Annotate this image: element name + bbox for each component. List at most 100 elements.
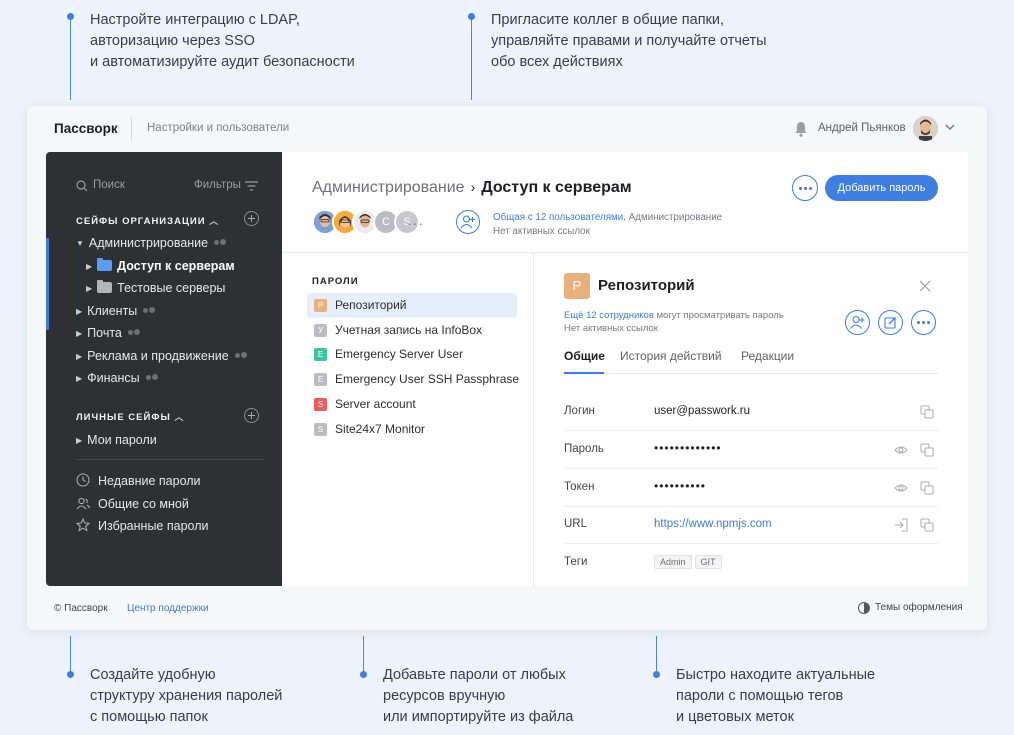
close-icon[interactable] bbox=[919, 280, 931, 292]
search-input[interactable]: Поиск bbox=[93, 179, 125, 191]
breadcrumb-parent[interactable]: Администрирование bbox=[312, 179, 465, 196]
chevron-up-icon[interactable]: ︿ bbox=[174, 412, 184, 422]
eye-icon[interactable] bbox=[894, 443, 908, 457]
add-personal-vault-icon[interactable] bbox=[244, 408, 259, 423]
caret-right-icon[interactable]: ▶ bbox=[76, 374, 82, 383]
color-badge: S bbox=[314, 398, 327, 411]
active-tab-indicator bbox=[564, 372, 604, 374]
user-name[interactable]: Андрей Пьянков bbox=[818, 122, 906, 134]
sidebar-item-administration[interactable]: ▼ Администрирование bbox=[76, 236, 227, 250]
caret-right-icon[interactable]: ▶ bbox=[86, 284, 92, 293]
callout-line bbox=[363, 636, 364, 672]
caret-right-icon[interactable]: ▶ bbox=[76, 329, 82, 338]
copy-icon[interactable] bbox=[920, 405, 934, 419]
sidebar-item-server-access[interactable]: ▶ Доступ к серверам bbox=[86, 258, 235, 273]
more-icon bbox=[799, 187, 812, 190]
bell-icon[interactable] bbox=[793, 120, 809, 138]
support-link[interactable]: Центр поддержки bbox=[127, 603, 209, 614]
main-panel: Поиск Фильтры СЕЙФЫ ОРГАНИЗАЦИИ ︿ ▼ Админ… bbox=[46, 152, 968, 586]
detail-tabs: Общие История действий Редакции bbox=[564, 349, 938, 374]
org-vaults-heading[interactable]: СЕЙФЫ ОРГАНИЗАЦИИ ︿ bbox=[76, 214, 219, 227]
tag[interactable]: Admin bbox=[654, 555, 692, 569]
sidebar-item-finance[interactable]: ▶ Финансы bbox=[76, 371, 158, 385]
passwords-heading: ПАРОЛИ bbox=[312, 276, 359, 287]
group-icon bbox=[143, 307, 156, 315]
chevron-right-icon: › bbox=[470, 179, 476, 195]
caret-right-icon[interactable]: ▶ bbox=[76, 352, 82, 361]
copy-icon[interactable] bbox=[920, 518, 934, 532]
list-item[interactable]: У Учетная запись на InfoBox bbox=[307, 318, 517, 343]
url-link[interactable]: https://www.npmjs.com bbox=[654, 518, 772, 530]
sidebar-item-marketing[interactable]: ▶ Реклама и продвижение bbox=[76, 349, 247, 363]
invite-user-button[interactable] bbox=[456, 210, 480, 234]
personal-vaults-heading[interactable]: ЛИЧНЫЕ СЕЙФЫ ︿ bbox=[76, 410, 184, 423]
tab-general[interactable]: Общие bbox=[564, 349, 605, 363]
add-vault-icon[interactable] bbox=[244, 211, 259, 226]
callout-top-right: Пригласите коллег в общие папки, управля… bbox=[491, 12, 767, 70]
tab-revisions[interactable]: Редакции bbox=[741, 349, 794, 363]
callout-top-left: Настройте интеграцию с LDAP, авторизацию… bbox=[90, 12, 355, 70]
caret-right-icon[interactable]: ▶ bbox=[76, 436, 82, 445]
divider bbox=[76, 459, 264, 460]
callout-line bbox=[656, 636, 657, 672]
theme-icon[interactable] bbox=[858, 602, 870, 614]
content-header: Администрирование › Доступ к серверам Доба… bbox=[282, 152, 968, 253]
list-item[interactable]: E Emergency Server User bbox=[307, 342, 517, 367]
filter-icon[interactable] bbox=[245, 181, 258, 191]
more-members-icon[interactable]: ··· bbox=[407, 215, 424, 231]
sidebar-item-mail[interactable]: ▶ Почта bbox=[76, 326, 140, 340]
clock-icon bbox=[76, 473, 90, 487]
more-options-button[interactable] bbox=[911, 310, 936, 335]
content-area: Администрирование › Доступ к серверам Доба… bbox=[282, 152, 968, 586]
caret-down-icon[interactable]: ▼ bbox=[76, 239, 84, 248]
settings-link[interactable]: Настройки и пользователи bbox=[147, 122, 289, 134]
folder-icon bbox=[97, 258, 113, 271]
favorite-passwords-link[interactable]: Избранные пароли bbox=[76, 518, 208, 533]
breadcrumb: Администрирование › Доступ к серверам bbox=[312, 179, 632, 197]
theme-link[interactable]: Темы оформления bbox=[875, 602, 963, 613]
sidebar-item-my-passwords[interactable]: ▶ Мои пароли bbox=[76, 433, 157, 447]
copy-icon[interactable] bbox=[920, 443, 934, 457]
sidebar-item-test-servers[interactable]: ▶ Тестовые серверы bbox=[86, 280, 225, 295]
chevron-down-icon[interactable] bbox=[945, 122, 955, 132]
add-password-button[interactable]: Добавить пароль bbox=[825, 175, 938, 201]
field-row-url: URL https://www.npmjs.com bbox=[564, 506, 938, 544]
list-item[interactable]: S Site24x7 Monitor bbox=[307, 417, 517, 442]
sidebar-item-clients[interactable]: ▶ Клиенты bbox=[76, 304, 156, 318]
viewers-link[interactable]: Ещё 12 сотрудников bbox=[564, 310, 654, 321]
password-value[interactable]: ••••••••••••• bbox=[654, 441, 722, 455]
edit-button[interactable] bbox=[878, 310, 903, 335]
folder-icon bbox=[97, 280, 113, 293]
callout-line bbox=[70, 20, 71, 100]
eye-icon[interactable] bbox=[894, 481, 908, 495]
share-button[interactable] bbox=[845, 310, 870, 335]
list-item[interactable]: P Репозиторий bbox=[307, 293, 517, 318]
open-link-icon[interactable] bbox=[894, 518, 908, 532]
avatar[interactable] bbox=[913, 116, 938, 141]
brand-logo[interactable]: Пассворк bbox=[54, 121, 118, 136]
tag[interactable]: GIT bbox=[694, 555, 722, 569]
list-item[interactable]: S Server account bbox=[307, 392, 517, 417]
tab-history[interactable]: История действий bbox=[620, 349, 722, 363]
add-user-icon bbox=[850, 315, 865, 329]
callout-dot bbox=[67, 13, 74, 20]
callout-line bbox=[471, 20, 472, 100]
recent-passwords-link[interactable]: Недавние пароли bbox=[76, 473, 201, 488]
chevron-up-icon[interactable]: ︿ bbox=[209, 216, 219, 226]
shared-with-me-link[interactable]: Общие со мной bbox=[76, 496, 189, 511]
field-row-token: Токен •••••••••• bbox=[564, 469, 938, 507]
caret-right-icon[interactable]: ▶ bbox=[76, 307, 82, 316]
active-indicator bbox=[46, 238, 49, 330]
caret-right-icon[interactable]: ▶ bbox=[86, 262, 92, 271]
filters-button[interactable]: Фильтры bbox=[194, 179, 241, 191]
list-item[interactable]: E Emergency User SSH Passphrase bbox=[307, 367, 519, 392]
viewers-info: Ещё 12 сотрудников могут просматривать п… bbox=[564, 309, 784, 335]
app-window: Пассворк Настройки и пользователи Андрей… bbox=[27, 106, 987, 630]
color-badge: S bbox=[314, 423, 327, 436]
login-value[interactable]: user@passwork.ru bbox=[654, 405, 750, 417]
token-value[interactable]: •••••••••• bbox=[654, 479, 706, 493]
shared-users-link[interactable]: Общая с 12 пользователями bbox=[493, 212, 623, 223]
color-badge: P bbox=[314, 299, 327, 312]
copy-icon[interactable] bbox=[920, 481, 934, 495]
more-options-button[interactable] bbox=[792, 175, 818, 201]
